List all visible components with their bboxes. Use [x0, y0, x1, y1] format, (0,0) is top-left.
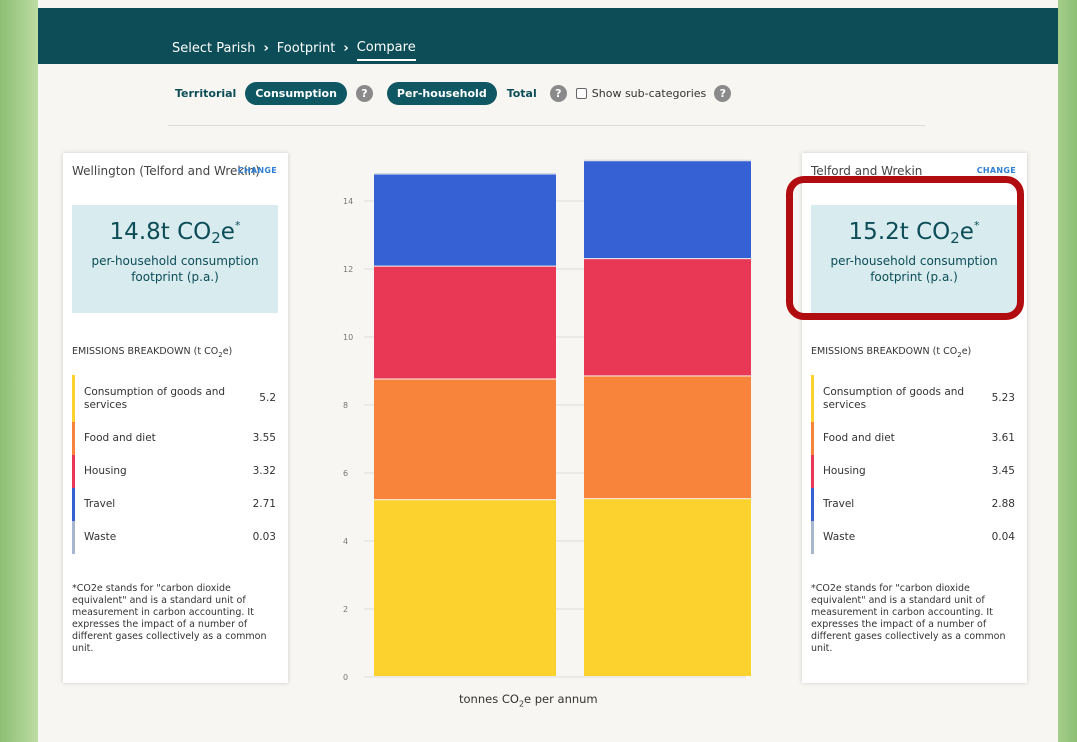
panel-title: Wellington (Telford and Wrekin)	[72, 164, 260, 178]
footprint-description: per-household consumption footprint (p.a…	[91, 254, 259, 284]
breakdown-item-consumption: Consumption of goods and services 5.23	[811, 375, 1015, 422]
left-comparison-panel: Wellington (Telford and Wrekin) CHANGE 1…	[63, 153, 288, 683]
filter-bar: Territorial Consumption ? Per-household …	[175, 82, 732, 105]
change-button[interactable]: CHANGE	[977, 166, 1016, 175]
y-tick-label: 0	[343, 673, 348, 682]
chevron-right-icon: ›	[263, 41, 269, 56]
co2e-footnote: *CO2e stands for "carbon dioxide equival…	[811, 583, 1006, 654]
bar-segment-food[interactable]	[584, 376, 751, 499]
bar-segment-consumption[interactable]	[584, 499, 751, 676]
breakdown-heading: EMISSIONS BREAKDOWN (t CO2e)	[72, 346, 233, 359]
footprint-summary-box: 14.8t CO2e* per-household consumption fo…	[72, 205, 278, 313]
bar-segment-housing[interactable]	[374, 266, 556, 379]
breakdown-list: Consumption of goods and services 5.2 Foo…	[72, 375, 276, 554]
y-tick-label: 2	[343, 605, 348, 614]
y-tick-label: 10	[343, 333, 353, 342]
bar-segment-housing[interactable]	[584, 259, 751, 376]
bar-segment-travel[interactable]	[374, 174, 556, 266]
breakdown-item-waste: Waste 0.04	[811, 521, 1015, 554]
crumb-select-parish[interactable]: Select Parish	[172, 41, 255, 56]
breakdown-item-consumption: Consumption of goods and services 5.2	[72, 375, 276, 422]
top-navigation-bar: Select Parish › Footprint › Compare	[38, 8, 1058, 64]
chevron-right-icon: ›	[343, 41, 349, 56]
divider	[168, 125, 925, 126]
co2e-footnote: *CO2e stands for "carbon dioxide equival…	[72, 583, 267, 654]
chart-x-axis-label: tonnes CO2e per annum	[459, 692, 598, 709]
breakdown-item-food: Food and diet 3.55	[72, 422, 276, 455]
breakdown-item-travel: Travel 2.71	[72, 488, 276, 521]
bar-segment-consumption[interactable]	[374, 500, 556, 676]
breadcrumb: Select Parish › Footprint › Compare	[172, 36, 416, 61]
toggle-per-household[interactable]: Per-household	[386, 82, 497, 105]
crumb-compare[interactable]: Compare	[356, 40, 416, 61]
y-tick-label: 8	[343, 401, 348, 410]
y-tick-label: 14	[343, 197, 353, 206]
toggle-territorial[interactable]: Territorial	[175, 87, 236, 100]
y-tick-label: 12	[343, 265, 353, 274]
y-tick-label: 4	[343, 537, 348, 546]
bar-segment-waste[interactable]	[584, 159, 751, 161]
breakdown-list: Consumption of goods and services 5.23 Fo…	[811, 375, 1015, 554]
bar-segment-travel[interactable]	[584, 161, 751, 259]
toggle-consumption[interactable]: Consumption	[245, 82, 347, 105]
help-icon[interactable]: ?	[355, 85, 373, 102]
crumb-footprint[interactable]: Footprint	[277, 41, 336, 56]
app-slide: Select Parish › Footprint › Compare Terr…	[38, 0, 1058, 742]
stacked-bar-chart: 0 2 4 6 8 10 12 14	[343, 159, 751, 682]
help-icon[interactable]: ?	[549, 85, 567, 102]
breakdown-item-housing: Housing 3.45	[811, 455, 1015, 488]
breakdown-item-travel: Travel 2.88	[811, 488, 1015, 521]
show-subcategories-label: Show sub-categories	[591, 87, 707, 100]
breakdown-item-housing: Housing 3.32	[72, 455, 276, 488]
help-icon[interactable]: ?	[714, 85, 732, 102]
footprint-value: 14.8t CO2e*	[109, 219, 241, 247]
bar-segment-waste[interactable]	[374, 173, 556, 174]
change-button[interactable]: CHANGE	[238, 166, 277, 175]
bar-segment-food[interactable]	[374, 379, 556, 500]
y-tick-label: 6	[343, 469, 348, 478]
breakdown-heading: EMISSIONS BREAKDOWN (t CO2e)	[811, 346, 972, 359]
highlight-annotation-box	[786, 176, 1024, 320]
breakdown-item-food: Food and diet 3.61	[811, 422, 1015, 455]
toggle-total[interactable]: Total	[507, 87, 537, 100]
breakdown-item-waste: Waste 0.03	[72, 521, 276, 554]
show-subcategories-checkbox[interactable]	[575, 88, 587, 99]
